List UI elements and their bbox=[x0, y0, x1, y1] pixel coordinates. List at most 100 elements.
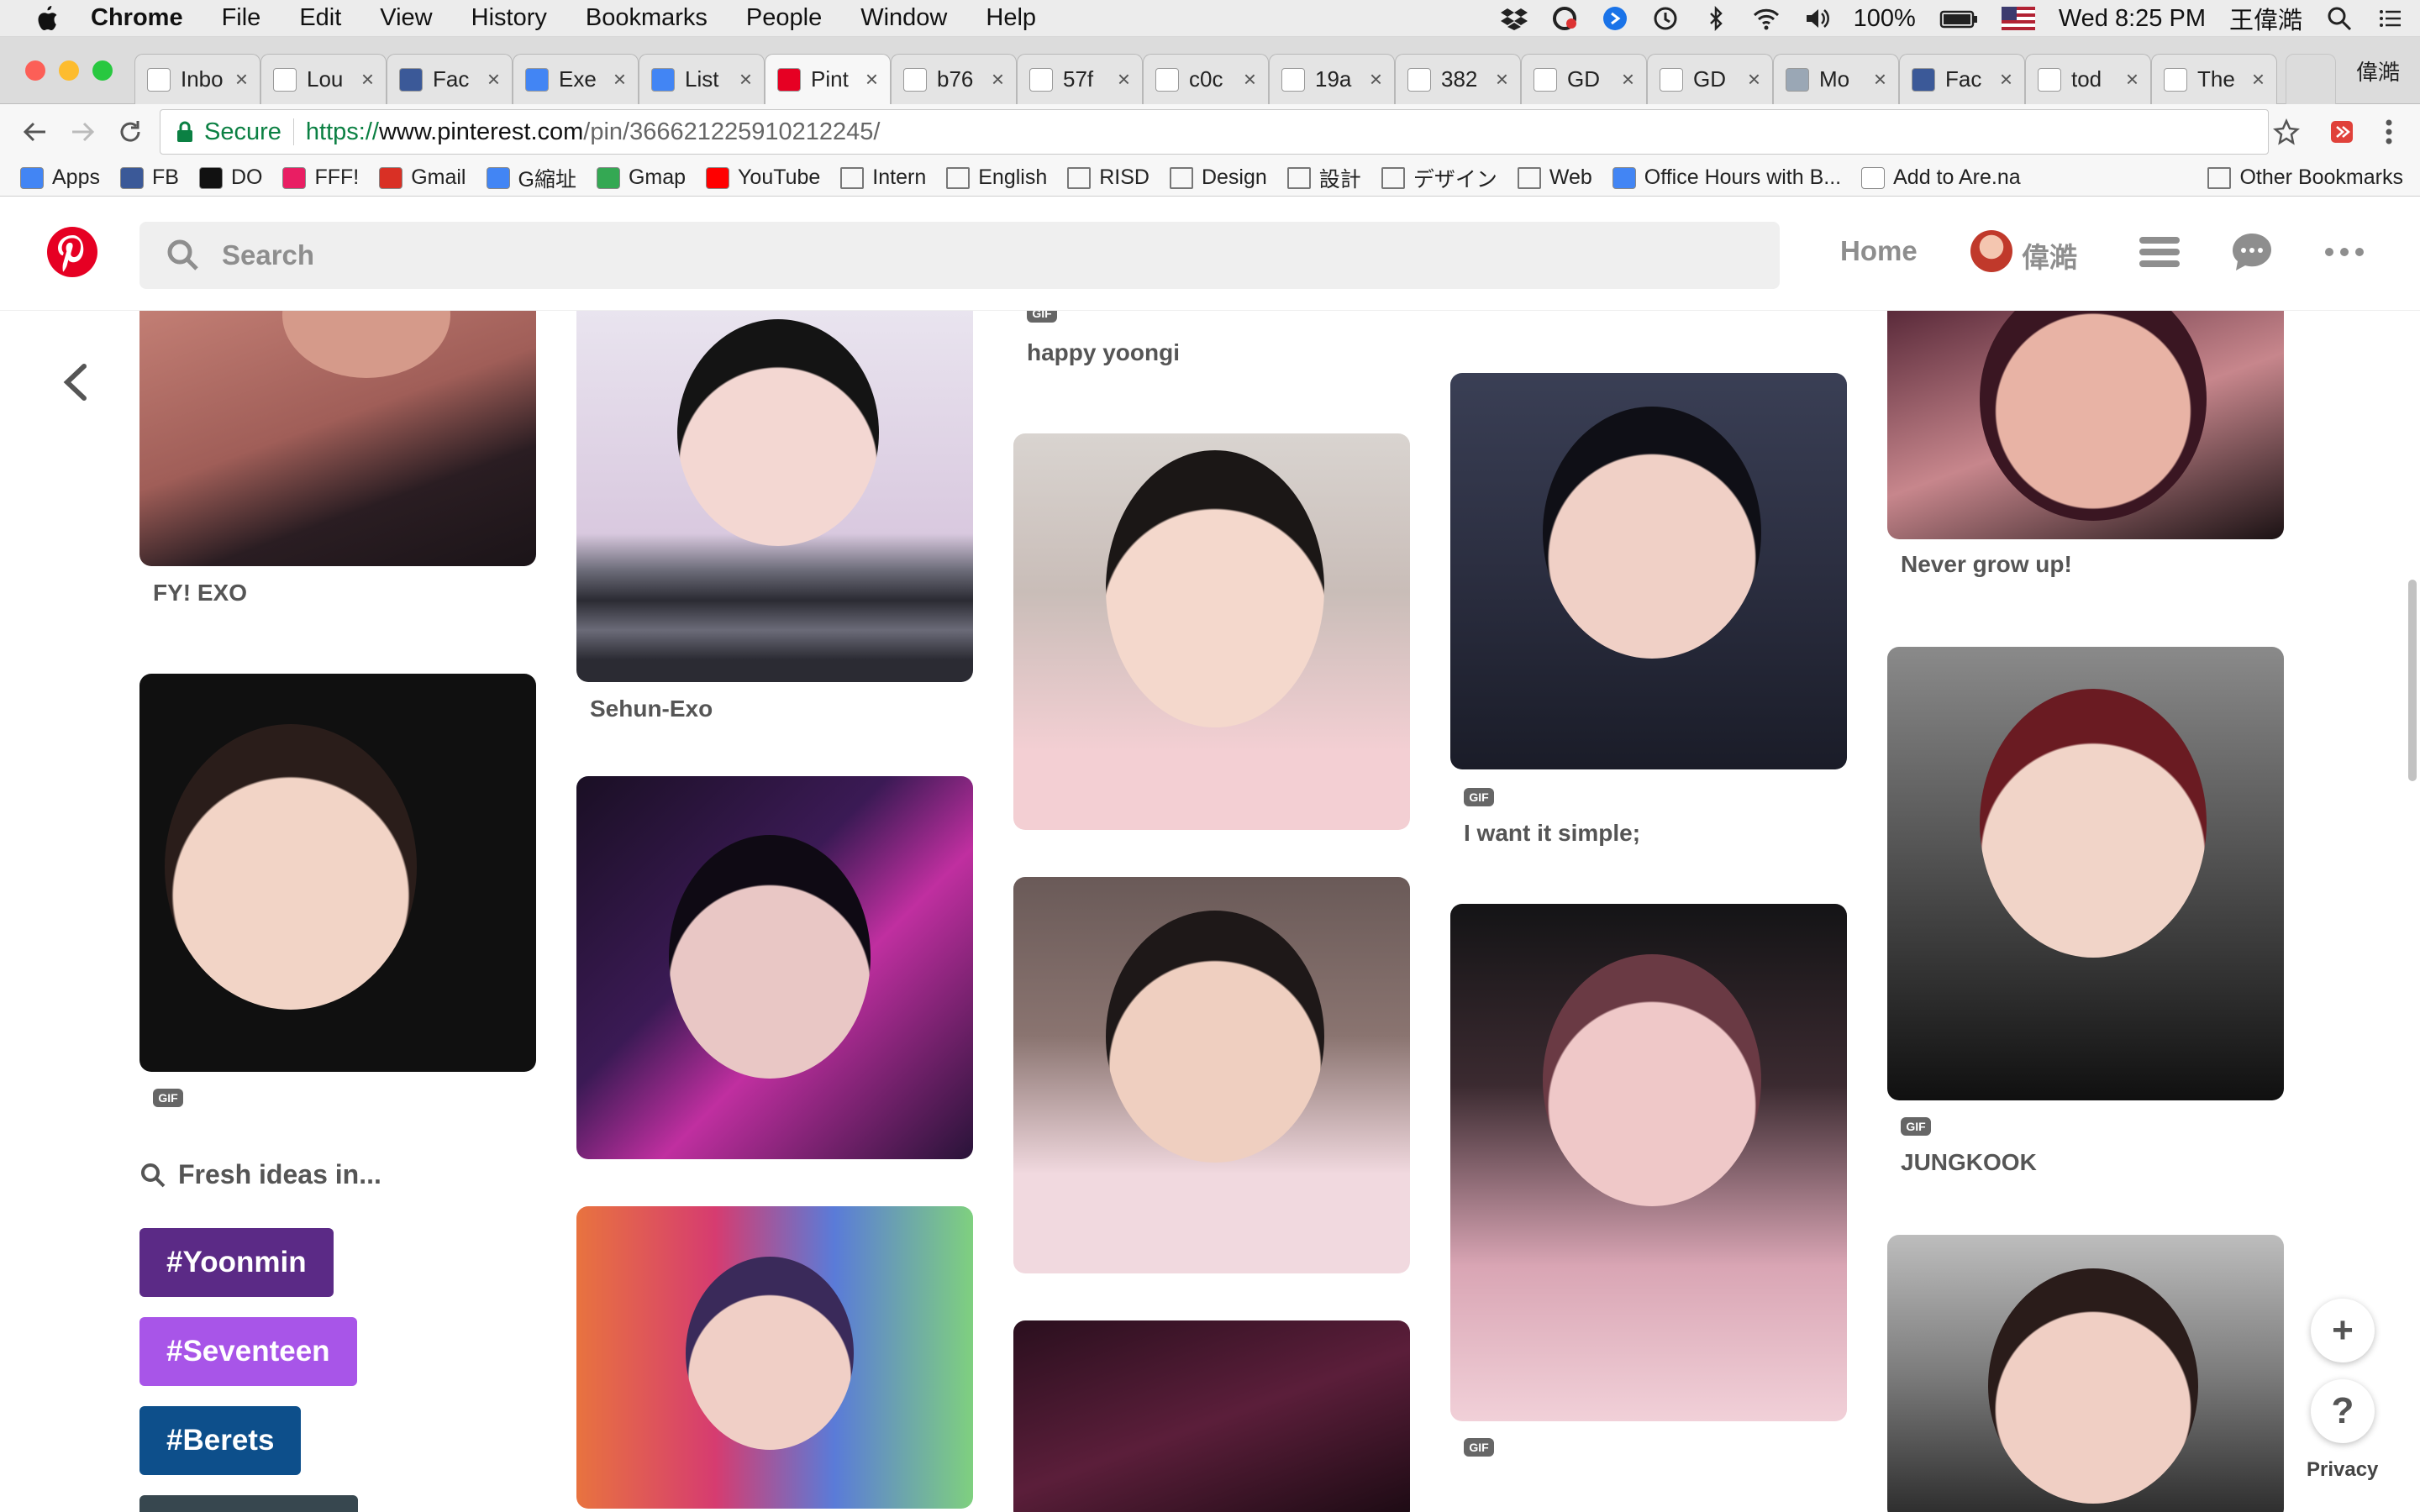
time-machine-icon[interactable] bbox=[1652, 5, 1679, 32]
close-icon[interactable]: × bbox=[739, 66, 752, 92]
close-icon[interactable]: × bbox=[1118, 66, 1130, 92]
bookmark-star-icon[interactable] bbox=[2269, 114, 2304, 150]
tab-5[interactable]: Pint × bbox=[765, 54, 891, 104]
bookmark-item[interactable]: FB bbox=[119, 165, 179, 190]
pin-card[interactable]: GIF bbox=[139, 674, 536, 1107]
bookmark-item[interactable]: Office Hours with B... bbox=[1612, 165, 1841, 190]
menu-view[interactable]: View bbox=[380, 4, 432, 32]
us-flag-icon[interactable] bbox=[2001, 5, 2035, 32]
tab-6[interactable]: b76 × bbox=[891, 54, 1017, 104]
tab-16[interactable]: The × bbox=[2151, 54, 2277, 104]
pin-image[interactable] bbox=[1887, 647, 2284, 1100]
bookmark-item[interactable]: DO bbox=[198, 165, 262, 190]
pin-title[interactable]: FY! EXO bbox=[153, 580, 247, 606]
back-arrow-icon[interactable] bbox=[17, 114, 52, 150]
topic-tag-berets[interactable]: #Berets bbox=[139, 1406, 302, 1475]
scrollbar-thumb[interactable] bbox=[2408, 580, 2417, 781]
chrome-profile-name[interactable]: 偉澔 bbox=[2356, 55, 2400, 87]
pin-image[interactable] bbox=[1887, 311, 2284, 539]
pin-image[interactable] bbox=[1013, 877, 1410, 1273]
pin-image[interactable] bbox=[1013, 1320, 1410, 1512]
more-options-icon[interactable] bbox=[2323, 230, 2366, 274]
pin-image[interactable] bbox=[576, 311, 973, 682]
pin-title[interactable]: Sehun-Exo bbox=[590, 696, 713, 722]
avatar[interactable] bbox=[1970, 230, 2012, 272]
battery-icon[interactable] bbox=[1939, 5, 1978, 32]
pin-card[interactable]: FY! EXO bbox=[139, 311, 536, 606]
close-icon[interactable]: × bbox=[865, 66, 878, 92]
tab-2[interactable]: Fac × bbox=[387, 54, 513, 104]
volume-icon[interactable] bbox=[1803, 5, 1830, 32]
add-pin-button[interactable]: + bbox=[2311, 1299, 2375, 1362]
tab-15[interactable]: tod × bbox=[2025, 54, 2151, 104]
pinterest-logo[interactable] bbox=[47, 227, 97, 277]
menu-file[interactable]: File bbox=[222, 4, 261, 32]
bookmark-item[interactable]: FFF! bbox=[282, 165, 359, 190]
tab-10[interactable]: 382 × bbox=[1395, 54, 1521, 104]
close-icon[interactable]: × bbox=[487, 66, 500, 92]
bookmark-item[interactable]: Intern bbox=[840, 165, 926, 190]
pin-card[interactable]: Never grow up! bbox=[1887, 311, 2284, 577]
bluetooth-icon[interactable] bbox=[1702, 5, 1729, 32]
notification-center-icon[interactable] bbox=[2376, 5, 2403, 32]
close-icon[interactable]: × bbox=[2252, 66, 2265, 92]
messages-icon[interactable] bbox=[2230, 230, 2274, 274]
tab-9[interactable]: 19a × bbox=[1269, 54, 1395, 104]
help-button[interactable]: ? bbox=[2311, 1379, 2375, 1443]
tab-13[interactable]: Mo × bbox=[1773, 54, 1899, 104]
wifi-icon[interactable] bbox=[1753, 5, 1780, 32]
pin-card[interactable] bbox=[1013, 877, 1410, 1273]
bookmark-item[interactable]: Apps bbox=[20, 165, 100, 190]
tab-11[interactable]: GD × bbox=[1521, 54, 1647, 104]
menu-app-name[interactable]: Chrome bbox=[91, 4, 183, 32]
pin-image[interactable] bbox=[576, 776, 973, 1159]
bookmark-item[interactable]: RISD bbox=[1067, 165, 1150, 190]
bookmark-item[interactable]: YouTube bbox=[706, 165, 820, 190]
new-tab-button[interactable] bbox=[2286, 54, 2336, 104]
topic-tag-seventeen[interactable]: #Seventeen bbox=[139, 1317, 357, 1386]
window-minimize-button[interactable] bbox=[59, 60, 79, 81]
tab-1[interactable]: Lou × bbox=[260, 54, 387, 104]
menu-bookmarks[interactable]: Bookmarks bbox=[586, 4, 708, 32]
apple-icon[interactable] bbox=[34, 4, 59, 33]
close-icon[interactable]: × bbox=[1622, 66, 1634, 92]
tab-0[interactable]: Inbo × bbox=[134, 54, 260, 104]
pin-card[interactable] bbox=[1013, 1320, 1410, 1512]
pin-image[interactable] bbox=[1887, 1235, 2284, 1512]
close-icon[interactable]: × bbox=[361, 66, 374, 92]
pin-title[interactable]: happy yoongi bbox=[1027, 339, 1180, 366]
tab-8[interactable]: c0c × bbox=[1143, 54, 1269, 104]
menu-people[interactable]: People bbox=[746, 4, 822, 32]
pin-card[interactable]: GIF I want it simple; bbox=[1450, 373, 1847, 846]
topic-tag-next[interactable] bbox=[139, 1495, 358, 1512]
profile-link[interactable]: 偉澔 bbox=[2022, 235, 2077, 276]
home-link[interactable]: Home bbox=[1840, 235, 1918, 267]
address-bar[interactable]: Secure https:// www.pinterest.com /pin/3… bbox=[160, 109, 2269, 155]
close-icon[interactable]: × bbox=[2126, 66, 2139, 92]
dropbox-icon[interactable] bbox=[1500, 5, 1528, 32]
tab-7[interactable]: 57f × bbox=[1017, 54, 1143, 104]
close-icon[interactable]: × bbox=[1748, 66, 1760, 92]
other-bookmarks[interactable]: Other Bookmarks bbox=[2207, 165, 2403, 190]
pin-title[interactable]: JUNGKOOK bbox=[1901, 1149, 2037, 1176]
close-icon[interactable]: × bbox=[1496, 66, 1508, 92]
bookmark-item[interactable]: Web bbox=[1517, 165, 1592, 190]
menu-lines-icon[interactable] bbox=[2138, 230, 2181, 274]
menu-help[interactable]: Help bbox=[986, 4, 1036, 32]
pin-title[interactable]: Never grow up! bbox=[1901, 551, 2072, 578]
forward-arrow-icon[interactable] bbox=[66, 114, 101, 150]
pin-card[interactable] bbox=[576, 776, 973, 1159]
window-zoom-button[interactable] bbox=[92, 60, 113, 81]
pin-card[interactable] bbox=[576, 1206, 973, 1509]
menu-window[interactable]: Window bbox=[860, 4, 947, 32]
bookmark-item[interactable]: デザイン bbox=[1381, 163, 1497, 193]
pin-image[interactable] bbox=[139, 311, 536, 566]
pin-card[interactable] bbox=[1887, 1235, 2284, 1512]
pin-card[interactable] bbox=[1013, 433, 1410, 830]
pin-title[interactable]: I want it simple; bbox=[1464, 820, 1640, 847]
chrome-menu-icon[interactable] bbox=[2371, 114, 2407, 150]
creative-cloud-icon[interactable] bbox=[1551, 5, 1578, 32]
bookmark-item[interactable]: English bbox=[946, 165, 1047, 190]
bookmark-item[interactable]: 設計 bbox=[1286, 163, 1361, 193]
close-icon[interactable]: × bbox=[235, 66, 248, 92]
